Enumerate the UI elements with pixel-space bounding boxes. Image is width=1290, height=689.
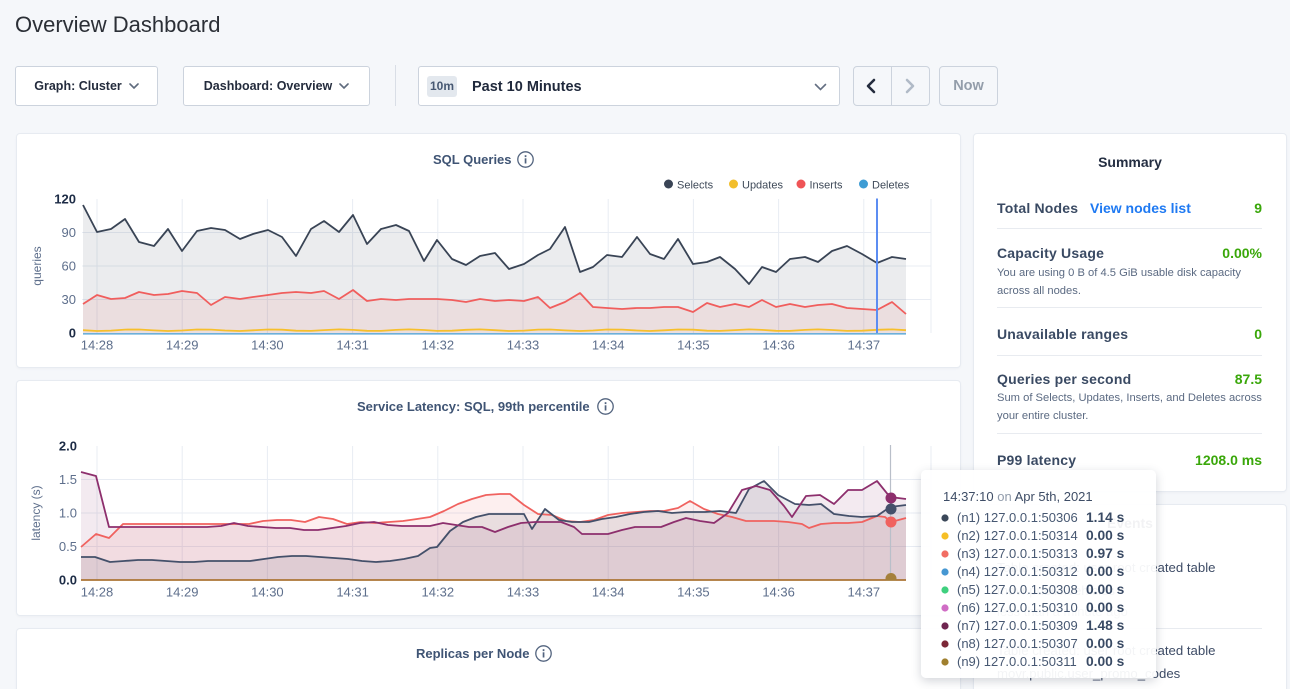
- svg-text:Selects: Selects: [677, 180, 714, 192]
- svg-text:14:36: 14:36: [762, 338, 795, 353]
- svg-text:1.5: 1.5: [59, 472, 77, 487]
- svg-text:14:30: 14:30: [251, 585, 284, 600]
- svg-text:14:32: 14:32: [422, 338, 455, 353]
- svg-text:14:33: 14:33: [507, 338, 540, 353]
- svg-text:1.0: 1.0: [59, 506, 77, 521]
- svg-text:14:35: 14:35: [677, 585, 710, 600]
- svg-text:14:29: 14:29: [166, 338, 199, 353]
- svg-text:0.5: 0.5: [59, 539, 77, 554]
- svg-text:14:31: 14:31: [336, 338, 369, 353]
- svg-text:14:28: 14:28: [81, 585, 114, 600]
- svg-text:latency (s): latency (s): [29, 485, 43, 540]
- svg-text:14:34: 14:34: [592, 338, 625, 353]
- svg-text:30: 30: [62, 292, 76, 307]
- svg-text:60: 60: [62, 259, 76, 274]
- svg-text:0: 0: [69, 326, 76, 341]
- svg-text:Updates: Updates: [742, 180, 783, 192]
- svg-text:120: 120: [54, 192, 76, 207]
- svg-text:90: 90: [62, 225, 76, 240]
- svg-text:0.0: 0.0: [59, 573, 77, 588]
- svg-text:Inserts: Inserts: [810, 180, 844, 192]
- svg-text:Deletes: Deletes: [872, 180, 910, 192]
- svg-text:14:37: 14:37: [848, 338, 881, 353]
- svg-text:14:33: 14:33: [507, 585, 540, 600]
- svg-text:14:30: 14:30: [251, 338, 284, 353]
- svg-text:queries: queries: [30, 246, 44, 285]
- svg-text:14:34: 14:34: [592, 585, 625, 600]
- svg-text:14:28: 14:28: [81, 338, 114, 353]
- svg-text:14:32: 14:32: [422, 585, 455, 600]
- svg-text:2.0: 2.0: [59, 439, 77, 454]
- svg-text:14:36: 14:36: [762, 585, 795, 600]
- svg-text:14:29: 14:29: [166, 585, 199, 600]
- svg-text:14:31: 14:31: [336, 585, 369, 600]
- svg-text:14:37: 14:37: [848, 585, 881, 600]
- svg-text:14:35: 14:35: [677, 338, 710, 353]
